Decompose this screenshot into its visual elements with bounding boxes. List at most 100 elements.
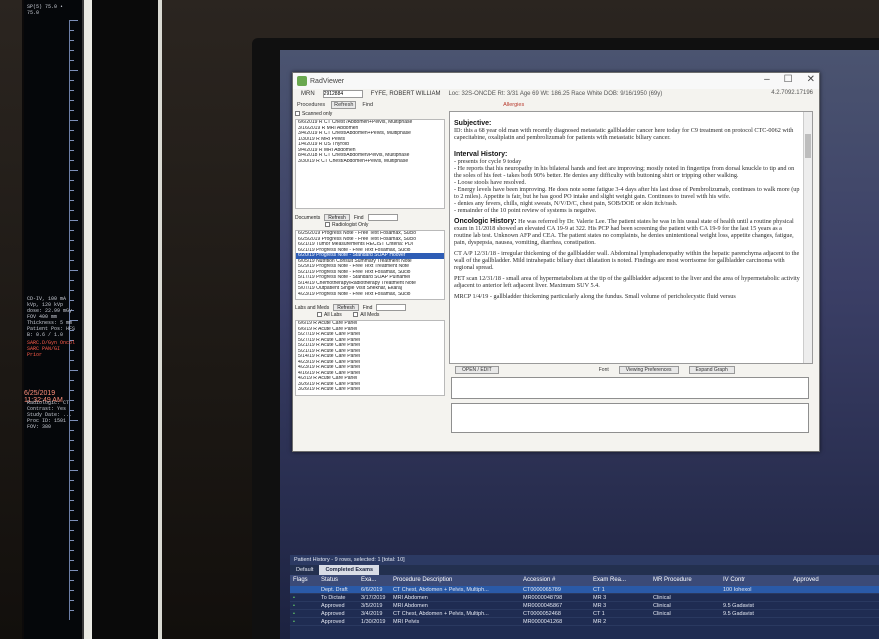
interval-history-line: - He reports that his neuropathy in his … [454,165,795,179]
maximize-button[interactable]: ☐ [784,74,793,85]
tab-default[interactable]: Default [290,565,319,575]
history-row[interactable]: Dept. Draft 6/6/2019 CT Chest, Abdomen + P… [290,586,879,594]
ruler-tick [70,170,78,171]
history-cell: Clinical [653,595,671,601]
documents-list[interactable]: 6/25/2019 Progress Note - Free Text Fosa… [295,230,445,300]
refresh-documents-button[interactable]: Refresh [324,214,350,221]
history-cell: • [293,595,295,601]
history-cell: CT 1 [593,611,605,617]
ruler-tick [70,450,74,451]
viewing-preferences-button[interactable]: Viewing Preferences [618,366,679,374]
window-titlebar[interactable]: RadViewer – ☐ ✕ [293,73,819,89]
expand-graph-button[interactable]: Expand Graph [688,366,735,374]
refresh-procedures-button[interactable]: Refresh [331,101,357,109]
left-pane: Scanned only 6/6/2019 R CT Chest /Abdome… [295,111,445,449]
history-row[interactable]: • Approved 1/30/2019 MRI Pelvis MR0000041268… [290,618,879,626]
interval-history-line: - Energy levels have been improving. He … [454,186,800,200]
interval-history-line: - presents for cycle 9 today [454,158,522,165]
history-cell: MR 3 [593,595,607,601]
history-row[interactable]: • Approved 3/4/2019 CT Chest, Abdomen + Pel… [290,610,879,618]
all-labs-checkbox[interactable] [317,312,322,318]
history-column-header[interactable]: Exam Rea... [590,575,650,586]
find-labs-input[interactable] [376,304,407,311]
history-tabs: Default Completed Exams [290,565,879,575]
history-column-header[interactable]: IV Contr [720,575,790,586]
history-cell [650,618,720,625]
lab-item[interactable]: 3/26/19 R Acute Care Panel [296,387,444,393]
history-column-header[interactable]: MR Procedure [650,575,720,586]
ruler-tick [70,480,74,481]
ruler-tick [70,220,78,221]
history-cell [720,618,790,625]
history-title: Patient History - 9 rows, selected: 1 [t… [290,555,879,565]
ruler-tick [70,250,74,251]
minimize-button[interactable]: – [764,74,770,85]
ruler-tick [70,580,74,581]
comment-box-1[interactable] [451,377,809,399]
ruler-tick [70,50,74,51]
history-column-header[interactable]: Procedure Description [390,575,520,586]
ruler-tick [70,190,74,191]
left-monitor: SP(5) 75.0 • 75.0 CD-IV, 100 mA kVp, 120 … [22,0,84,639]
radiologist-only-row[interactable]: Radiologist Only [295,222,445,230]
patient-meta: Loc: 32S-ONCDE Rt: 3/31 Age 69 Wt: 186.2… [448,91,663,97]
tab-completed-exams[interactable]: Completed Exams [319,565,380,575]
history-cell: Approved [321,603,345,609]
ruler-tick [70,530,74,531]
close-button[interactable]: ✕ [807,74,815,85]
history-column-header[interactable]: Approved [790,575,850,586]
note-scrollbar[interactable] [803,112,812,363]
find-procedures-label: Find [362,102,374,108]
procedures-list[interactable]: 6/6/2019 R CT Chest /Abdomen+Pelvis, Mul… [295,119,445,209]
ruler-tick [70,200,74,201]
history-cell [290,586,318,593]
find-documents-input[interactable] [367,214,398,221]
procedures-toolbar: Procedures Refresh Find Allergies [293,100,819,110]
procedure-item[interactable]: 3/30/19 R CT Chest/Abdomen+Pelvis, Multi… [296,159,444,165]
labs-list[interactable]: 6/6/19 R Acute Care Panel 6/6/19 R Acute … [295,320,445,396]
history-row[interactable]: • To Dictate 3/17/2019 MRI Abdomen MR0000048… [290,594,879,602]
comment-box-2[interactable] [451,403,809,433]
history-cell: • [293,603,295,609]
history-cell: To Dictate [321,595,346,601]
note-viewer[interactable]: Subjective: ID: this a 68 year old man w… [449,111,813,364]
refresh-labs-button[interactable]: Refresh [333,304,359,311]
history-cell: CT Chest, Abdomen + Pelvis, Multiph... [393,587,489,593]
interval-history-heading: Interval History: [454,151,508,158]
note-toolbar: OPEN / EDIT Font Viewing Preferences Exp… [449,365,813,375]
scan-param-line: B: 0.6 / 1.0 [27,332,64,338]
note-scroll-thumb[interactable] [805,134,811,158]
open-edit-button[interactable]: OPEN / EDIT [455,366,499,374]
radiologist-only-checkbox[interactable] [325,222,330,228]
history-cell [790,602,850,609]
history-cell: MRI Abdomen [393,603,428,609]
mrn-input[interactable] [322,90,363,98]
ruler-tick [70,370,78,371]
document-item[interactable]: 4/23/19 Progress Note - Free Text Fosama… [296,292,444,298]
font-label[interactable]: Font [599,367,609,373]
ruler-tick [70,260,74,261]
history-cell: CT0000052468 [523,611,561,617]
history-cell: • [293,611,295,617]
ruler-tick [70,160,74,161]
all-meds-checkbox[interactable] [353,312,359,318]
history-column-header[interactable]: Status [318,575,358,586]
left-monitor-screen: SP(5) 75.0 • 75.0 CD-IV, 100 mA kVp, 120 … [24,0,82,639]
history-column-header[interactable]: Flags [290,575,318,586]
oncologic-history-heading: Oncologic History: [454,218,517,225]
radviewer-window: RadViewer – ☐ ✕ MRN FYFE, ROBERT WILLIAM… [292,72,820,452]
history-column-header[interactable]: Exa... [358,575,390,586]
radiologist-only-label: Radiologist Only [332,222,369,228]
history-column-header[interactable]: Accession # [520,575,590,586]
app-icon [297,76,307,86]
black-screen-edge [92,0,158,639]
history-cell: MR0000048798 [523,595,563,601]
labs-filter-row: All Labs All Meds [295,312,445,320]
left-study-details: Radiologic: CT Contrast: Yes Study Date: .… [27,400,77,430]
scanned-only-row[interactable]: Scanned only [295,111,445,119]
scanned-only-checkbox[interactable] [295,111,300,117]
history-row[interactable]: • Approved 3/5/2019 MRI Abdomen MR0000045867… [290,602,879,610]
ruler-tick [70,280,74,281]
history-cell: 6/6/2019 [361,587,383,593]
mrn-label: MRN [301,91,315,97]
